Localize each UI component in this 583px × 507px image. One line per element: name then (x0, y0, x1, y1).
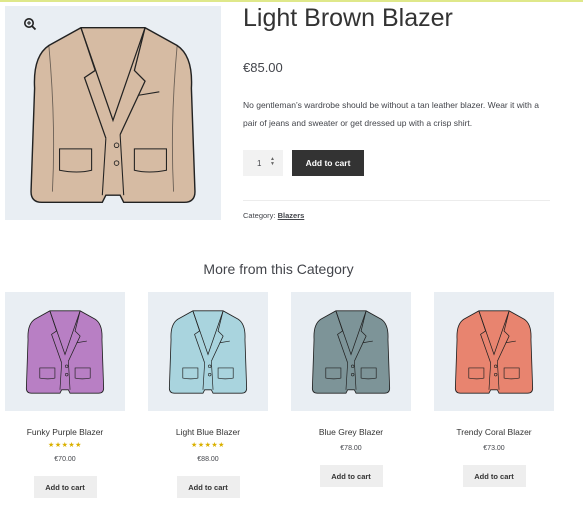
blazer-illustration (25, 310, 105, 394)
top-accent-line (0, 0, 583, 2)
product-card-name[interactable]: Light Blue Blazer (148, 427, 268, 437)
product-card-image[interactable] (434, 292, 554, 411)
quantity-input[interactable]: 1 ▲ ▼ (243, 150, 283, 176)
product-card-image[interactable] (5, 292, 125, 411)
blazer-illustration (311, 310, 391, 394)
divider (243, 200, 550, 201)
add-to-cart-button[interactable]: Add to cart (292, 150, 364, 176)
product-card-price: €88.00 (197, 456, 219, 463)
product-card-price: €78.00 (340, 445, 362, 452)
quantity-stepper-icon[interactable]: ▲ ▼ (270, 157, 275, 167)
product-price: €85.00 (243, 60, 283, 75)
product-card[interactable]: Blue Grey Blazer €78.00 Add to cart (291, 292, 411, 487)
product-card-image[interactable] (291, 292, 411, 411)
star-rating: ★★★★★ (191, 442, 225, 449)
product-card[interactable]: Light Blue Blazer ★★★★★ €88.00 Add to cart (148, 292, 268, 498)
product-card-price: €70.00 (54, 456, 76, 463)
category-link[interactable]: Blazers (278, 211, 305, 220)
product-main-image[interactable] (5, 6, 221, 220)
category-label: Category: (243, 211, 276, 220)
product-card-price: €73.00 (483, 445, 505, 452)
blazer-illustration (454, 310, 534, 394)
product-card-name[interactable]: Blue Grey Blazer (291, 427, 411, 437)
blazer-illustration (30, 26, 196, 204)
product-card-name[interactable]: Trendy Coral Blazer (434, 427, 554, 437)
add-to-cart-button[interactable]: Add to cart (462, 465, 526, 487)
product-card-name[interactable]: Funky Purple Blazer (5, 427, 125, 437)
blazer-illustration (168, 310, 248, 394)
product-card-image[interactable] (148, 292, 268, 411)
add-to-cart-button[interactable]: Add to cart (319, 465, 383, 487)
quantity-value: 1 (257, 158, 262, 168)
product-card[interactable]: Trendy Coral Blazer €73.00 Add to cart (434, 292, 554, 487)
add-to-cart-button[interactable]: Add to cart (176, 476, 240, 498)
star-rating: ★★★★★ (48, 442, 82, 449)
related-products-title: More from this Category (203, 261, 354, 277)
product-card[interactable]: Funky Purple Blazer ★★★★★ €70.00 Add to car… (5, 292, 125, 498)
product-title: Light Brown Blazer (243, 4, 453, 32)
product-description: No gentleman’s wardrobe should be withou… (243, 100, 539, 128)
add-to-cart-button[interactable]: Add to cart (33, 476, 97, 498)
zoom-in-icon[interactable] (23, 17, 37, 31)
product-category: Category: Blazers (243, 211, 304, 220)
